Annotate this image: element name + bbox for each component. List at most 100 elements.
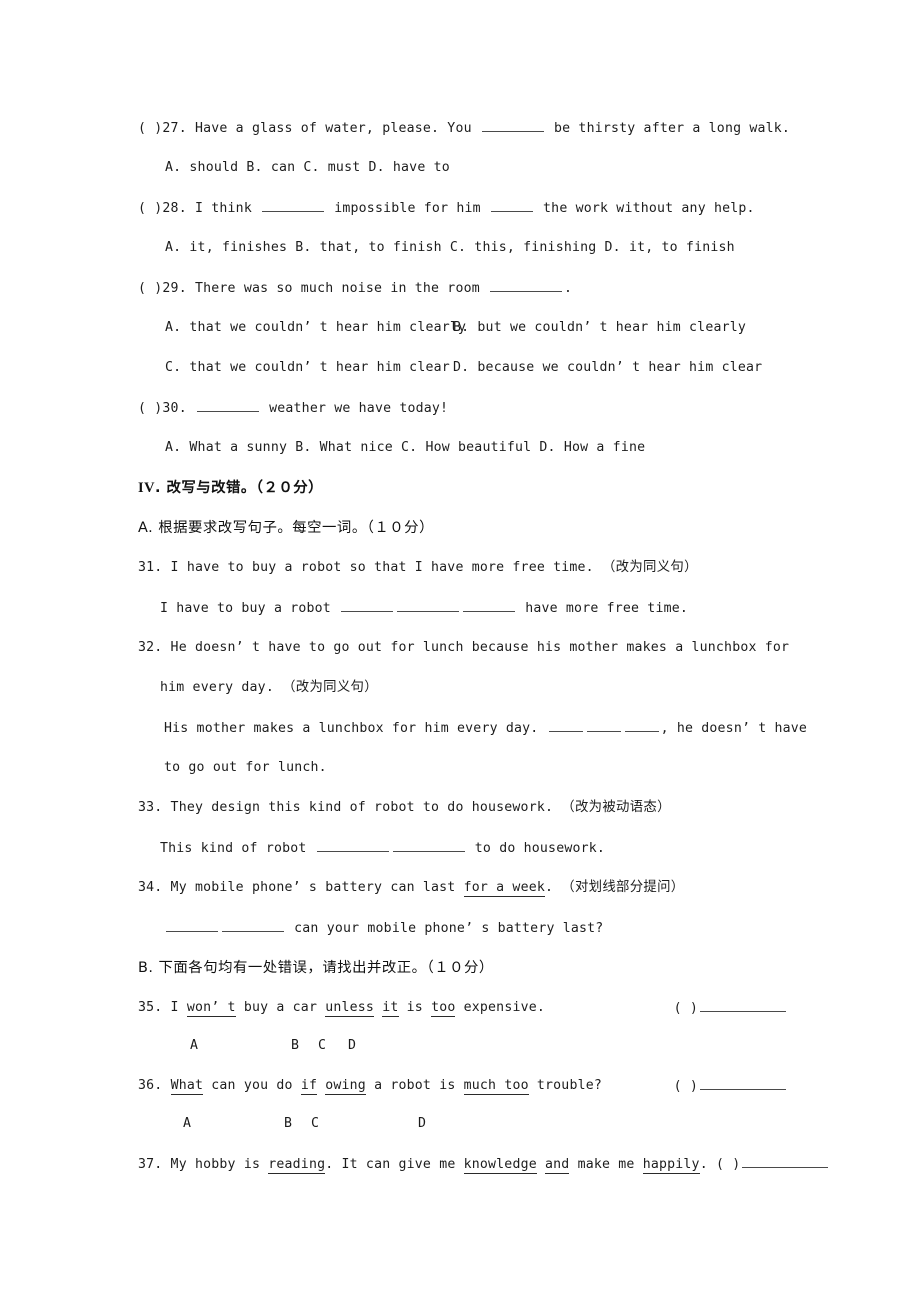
question-37-number: 37. xyxy=(138,1157,163,1173)
question-28-number: 28. xyxy=(162,201,187,217)
question-34-prompt-before: My mobile phone’ s battery can last xyxy=(162,880,464,896)
question-30-options-text[interactable]: A. What a sunny B. What nice C. How beau… xyxy=(138,441,645,454)
question-31-answer-before: I have to buy a robot xyxy=(160,601,340,617)
question-33-blank-2[interactable] xyxy=(392,840,465,853)
section-iv-heading-text: . 改写与改错。（２０分） xyxy=(155,479,324,496)
question-32-prompt-line-1: 32. He doesn’ t have to go out for lunch… xyxy=(138,628,790,668)
question-29-option-d[interactable]: D. because we couldn’ t hear him clear xyxy=(453,361,762,374)
question-28-stem-part1: I think xyxy=(186,201,261,217)
question-34-underlined-phrase: for a week xyxy=(463,880,545,898)
question-32-prompt-line1: He doesn’ t have to go out for lunch bec… xyxy=(162,640,790,656)
question-34-number: 34. xyxy=(138,880,163,896)
question-29-marker[interactable]: ( ) xyxy=(138,281,162,296)
question-34-prompt-after: . xyxy=(545,880,562,896)
question-32-answer-line2-text: to go out for lunch. xyxy=(164,760,327,776)
question-28-stem-part2: impossible for him xyxy=(326,201,489,217)
section-iv-part-a-heading-text: A. 根据要求改写句子。每空一词。（１０分） xyxy=(138,519,434,536)
question-32-prompt-line2-cn: （改为同义句） xyxy=(282,680,378,696)
question-30-stem: ( )30. weather we have today! xyxy=(138,388,788,428)
question-36-answer-paren[interactable]: ( ) xyxy=(674,1079,698,1094)
question-36-text-4 xyxy=(317,1078,325,1093)
exam-content: ( )27. Have a glass of water, please. Yo… xyxy=(138,108,829,1184)
question-32-answer-after: , he doesn’ t have xyxy=(660,721,808,737)
question-33-answer: This kind of robot to do housework. xyxy=(138,828,788,868)
question-33-prompt-text: They design this kind of robot to do hou… xyxy=(162,800,562,816)
question-35-answer-area: ( ) xyxy=(674,1000,788,1015)
question-37-text-4 xyxy=(537,1157,545,1172)
question-29-number: 29. xyxy=(162,281,187,297)
section-iv-part-a-heading: A. 根据要求改写句子。每空一词。（１０分） xyxy=(138,508,788,548)
question-36-segments: What can you do if owing a robot is much… xyxy=(162,1078,602,1096)
question-36-marker-a: A xyxy=(183,1116,191,1131)
question-31-prompt-cn: （改为同义句） xyxy=(601,560,698,576)
question-29-option-c[interactable]: C. that we couldn’ t hear him clear xyxy=(165,360,450,375)
question-32-answer-line-1: His mother makes a lunchbox for him ever… xyxy=(138,708,807,748)
question-29-options-row-1: A. that we couldn’ t hear him clearly B.… xyxy=(138,308,788,348)
question-32-blank-1[interactable] xyxy=(548,720,583,733)
question-32-blank-3[interactable] xyxy=(624,720,659,733)
question-34-answer: can your mobile phone’ s battery last? xyxy=(138,908,788,948)
question-31-prompt-text: I have to buy a robot so that I have mor… xyxy=(162,560,602,576)
question-37-answer-paren[interactable]: ( ) xyxy=(716,1157,740,1172)
section-iv-roman: IV xyxy=(138,479,155,496)
question-36-answer-area: ( ) xyxy=(674,1078,788,1093)
question-29-blank[interactable] xyxy=(490,280,563,293)
question-27-options-text[interactable]: A. should B. can C. must D. have to xyxy=(138,161,450,174)
question-28-marker[interactable]: ( ) xyxy=(138,201,162,216)
question-31-blank-1[interactable] xyxy=(341,600,394,613)
question-30-number: 30. xyxy=(162,401,187,417)
question-35-marker-c: C xyxy=(318,1038,326,1053)
question-37-underlined-7[interactable]: happily xyxy=(642,1157,700,1175)
question-32-answer-line-2: to go out for lunch. xyxy=(138,748,788,788)
question-35-text-0: I xyxy=(162,1000,187,1016)
question-36-marker-row: A B C D xyxy=(138,1106,788,1144)
question-34-answer-after: can your mobile phone’ s battery last? xyxy=(286,921,604,937)
question-36-underlined-1[interactable]: What xyxy=(170,1078,204,1096)
question-37-underlined-5[interactable]: and xyxy=(545,1157,570,1175)
question-28-stem-part3: the work without any help. xyxy=(534,201,755,217)
question-36-underlined-7[interactable]: much too xyxy=(463,1078,529,1096)
question-37-answer-blank[interactable] xyxy=(742,1156,829,1169)
question-36-marker-d: D xyxy=(418,1116,426,1131)
question-35-underlined-3[interactable]: unless xyxy=(325,1000,375,1018)
question-28-blank-2[interactable] xyxy=(490,200,533,213)
question-37-underlined-3[interactable]: knowledge xyxy=(463,1157,537,1175)
question-36-underlined-3[interactable]: if xyxy=(300,1078,318,1096)
question-35-answer-blank[interactable] xyxy=(700,1000,786,1013)
question-35-underlined-1[interactable]: won’ t xyxy=(186,1000,236,1018)
question-35-underlined-7[interactable]: too xyxy=(431,1000,456,1018)
question-29-options-row-2: C. that we couldn’ t hear him clear D. b… xyxy=(138,348,788,388)
question-31-blank-3[interactable] xyxy=(463,600,516,613)
question-30-blank[interactable] xyxy=(196,400,259,413)
question-36-text-0 xyxy=(162,1078,170,1093)
question-33-number: 33. xyxy=(138,800,163,816)
question-32-prompt-line-2: him every day. （改为同义句） xyxy=(138,668,788,708)
question-30-marker[interactable]: ( ) xyxy=(138,401,162,416)
question-33-blank-1[interactable] xyxy=(316,840,389,853)
question-27-stem-before: Have a glass of water, please. You xyxy=(186,121,480,137)
question-35-answer-paren[interactable]: ( ) xyxy=(674,1001,698,1016)
question-36-answer-blank[interactable] xyxy=(700,1078,786,1091)
question-33-prompt: 33. They design this kind of robot to do… xyxy=(138,788,788,828)
question-28-options-text[interactable]: A. it, finishes B. that, to finish C. th… xyxy=(138,241,735,254)
question-27-blank[interactable] xyxy=(481,120,544,133)
question-27-stem: ( )27. Have a glass of water, please. Yo… xyxy=(138,108,791,148)
question-36-underlined-5[interactable]: owing xyxy=(325,1078,366,1096)
question-27-stem-after: be thirsty after a long walk. xyxy=(545,121,791,137)
question-32-answer-before: His mother makes a lunchbox for him ever… xyxy=(164,721,547,737)
question-29-option-b[interactable]: B. but we couldn’ t hear him clearly xyxy=(453,321,746,334)
question-37-text-6: make me xyxy=(569,1157,643,1173)
question-33-answer-before: This kind of robot xyxy=(160,841,315,857)
question-29-option-a[interactable]: A. that we couldn’ t hear him clearly xyxy=(165,320,466,335)
question-35-text-8: expensive. xyxy=(455,1000,546,1016)
question-27-marker[interactable]: ( ) xyxy=(138,121,162,136)
question-28-blank-1[interactable] xyxy=(262,200,325,213)
exam-page: ( )27. Have a glass of water, please. Yo… xyxy=(0,0,920,1302)
question-34-blank-2[interactable] xyxy=(222,920,284,933)
question-35-underlined-5[interactable]: it xyxy=(382,1000,399,1018)
question-31-blank-2[interactable] xyxy=(397,600,460,613)
question-34-blank-1[interactable] xyxy=(166,920,218,933)
question-32-blank-2[interactable] xyxy=(586,720,621,733)
question-37-underlined-1[interactable]: reading xyxy=(268,1157,326,1175)
question-32-number: 32. xyxy=(138,640,163,656)
